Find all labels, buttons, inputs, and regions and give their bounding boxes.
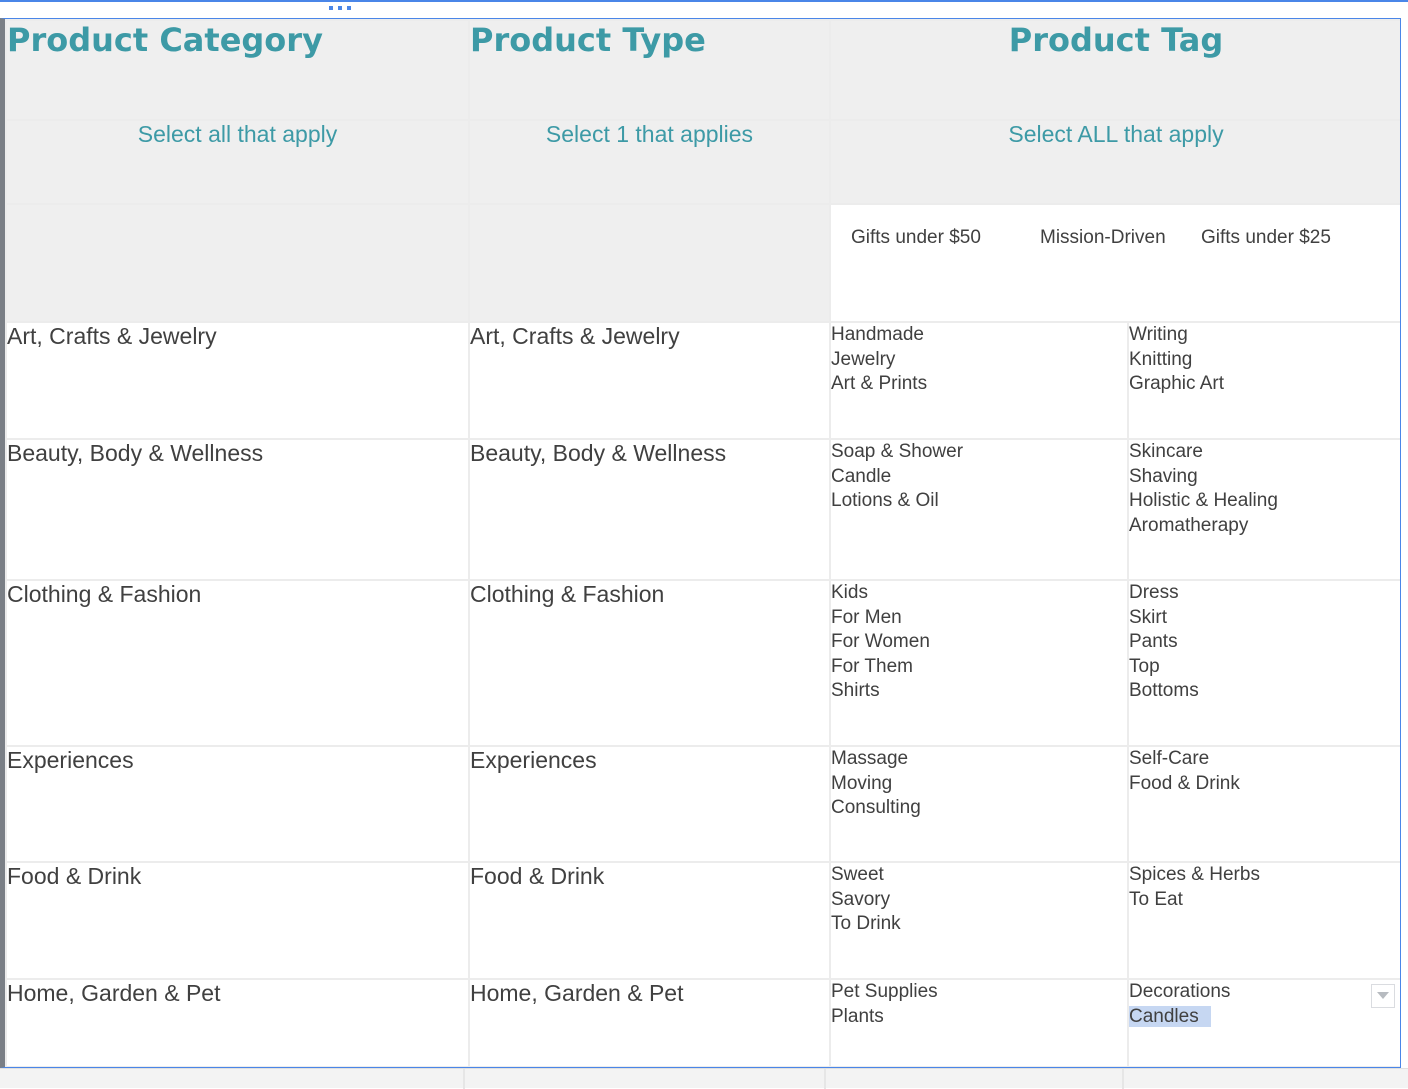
category-header[interactable]: Product Category xyxy=(5,19,470,121)
tag-item: Dress xyxy=(1129,582,1179,603)
tag-header[interactable]: Product Tag xyxy=(828,19,1400,121)
tag-item: Art & Prints xyxy=(831,373,928,395)
tag-item: Skincare xyxy=(1129,441,1203,462)
tag-list-cell[interactable]: Sweet Savory To Drink xyxy=(829,861,1129,980)
table-row: Food & Drink Food & Drink Sweet Savory To Dr… xyxy=(5,861,1400,980)
next-row-strip xyxy=(0,1068,1408,1089)
tag-list-cell[interactable]: Soap & Shower Candle Lotions & Oil xyxy=(829,438,1129,581)
tag-list-cell[interactable]: Handmade Jewelry Art & Prints xyxy=(829,321,1129,440)
tag-item: Sweet xyxy=(831,864,884,885)
tag-item: Self-Care xyxy=(1129,748,1210,769)
tag-list-cell[interactable]: Decorations Candles xyxy=(1126,978,1400,1067)
category-cell[interactable]: Art, Crafts & Jewelry xyxy=(5,321,470,440)
dropdown-arrow-icon[interactable] xyxy=(1371,984,1395,1008)
tag-item: Lotions & Oil xyxy=(831,490,939,512)
tag-list-cell[interactable]: Skincare Shaving Holistic & Healing Aromath… xyxy=(1126,438,1400,581)
tag-item: For Men xyxy=(831,606,902,628)
tag-item: Handmade xyxy=(831,324,924,345)
tag-item: Massage xyxy=(831,748,909,769)
category-cell[interactable]: Food & Drink xyxy=(5,861,470,980)
empty-cell[interactable] xyxy=(468,203,831,323)
type-subtitle[interactable]: Select 1 that applies xyxy=(468,119,831,205)
special-tags-row: Gifts under $50 Mission-Driven Gifts und… xyxy=(5,203,1400,323)
tag-item-selected: Candles xyxy=(1129,1005,1211,1027)
category-cell[interactable]: Beauty, Body & Wellness xyxy=(5,438,470,581)
tag-item: For Women xyxy=(831,631,930,653)
product-table: Product Category Product Type Product Ta… xyxy=(5,19,1400,1067)
tag-item: Graphic Art xyxy=(1129,373,1225,395)
type-cell[interactable]: Food & Drink xyxy=(468,861,831,980)
tag-item: Jewelry xyxy=(831,348,896,370)
type-cell[interactable]: Clothing & Fashion xyxy=(468,579,831,747)
tag-item: Knitting xyxy=(1129,348,1193,370)
tag-item: To Drink xyxy=(831,913,901,935)
selection-top-border xyxy=(0,0,1408,2)
type-cell[interactable]: Beauty, Body & Wellness xyxy=(468,438,831,581)
header-title-row: Product Category Product Type Product Ta… xyxy=(5,19,1400,121)
tag-item: Aromatherapy xyxy=(1129,514,1249,536)
tag-item: Pants xyxy=(1129,631,1178,653)
special-tag: Gifts under $50 xyxy=(851,227,981,248)
header-subtitle-row: Select all that apply Select 1 that appl… xyxy=(5,119,1400,205)
drag-handle-icon[interactable] xyxy=(329,6,351,12)
tag-item: Top xyxy=(1129,655,1160,677)
tag-list-cell[interactable]: Pet Supplies Plants xyxy=(829,978,1129,1067)
type-cell[interactable]: Experiences xyxy=(468,745,831,863)
special-tags-cell[interactable]: Gifts under $50 Mission-Driven Gifts und… xyxy=(828,203,1400,323)
tag-item: Kids xyxy=(831,582,868,603)
tag-item: Soap & Shower xyxy=(831,441,964,462)
table-row: Home, Garden & Pet Home, Garden & Pet Pet … xyxy=(5,978,1400,1067)
tag-item: Plants xyxy=(831,1005,884,1027)
tag-item: Pet Supplies xyxy=(831,981,938,1002)
tag-item: Shirts xyxy=(831,680,880,702)
table-row: Experiences Experiences Massage Moving Consu… xyxy=(5,745,1400,863)
category-cell[interactable]: Home, Garden & Pet xyxy=(5,978,470,1067)
tag-item: Decorations xyxy=(1129,981,1231,1002)
table-row: Clothing & Fashion Clothing & Fashion Kids… xyxy=(5,579,1400,747)
tag-item: Shaving xyxy=(1129,465,1198,487)
tag-subtitle[interactable]: Select ALL that apply xyxy=(828,119,1400,205)
category-cell[interactable]: Experiences xyxy=(5,745,470,863)
tag-item: Moving xyxy=(831,772,893,794)
tag-list-cell[interactable]: Writing Knitting Graphic Art xyxy=(1126,321,1400,440)
tag-list-cell[interactable]: Spices & Herbs To Eat xyxy=(1126,861,1400,980)
product-table-frame: Product Category Product Type Product Ta… xyxy=(0,18,1401,1068)
tag-item: Consulting xyxy=(831,797,921,819)
tag-item: Skirt xyxy=(1129,606,1167,628)
tag-item: For Them xyxy=(831,655,914,677)
special-tag: Gifts under $25 xyxy=(1201,227,1331,248)
tag-item: Food & Drink xyxy=(1129,772,1240,794)
tag-item: Spices & Herbs xyxy=(1129,864,1260,885)
type-header[interactable]: Product Type xyxy=(468,19,831,121)
tag-item: Savory xyxy=(831,888,891,910)
tag-item: To Eat xyxy=(1129,888,1183,910)
tag-list-cell[interactable]: Self-Care Food & Drink xyxy=(1126,745,1400,863)
empty-cell[interactable] xyxy=(5,203,470,323)
tag-list-cell[interactable]: Dress Skirt Pants Top Bottoms xyxy=(1126,579,1400,747)
category-cell[interactable]: Clothing & Fashion xyxy=(5,579,470,747)
tag-item: Holistic & Healing xyxy=(1129,490,1278,512)
type-cell[interactable]: Home, Garden & Pet xyxy=(468,978,831,1067)
type-cell[interactable]: Art, Crafts & Jewelry xyxy=(468,321,831,440)
table-row: Beauty, Body & Wellness Beauty, Body & We… xyxy=(5,438,1400,581)
tag-list-cell[interactable]: Kids For Men For Women For Them Shirts xyxy=(829,579,1129,747)
tag-list-cell[interactable]: Massage Moving Consulting xyxy=(829,745,1129,863)
special-tag: Mission-Driven xyxy=(1040,227,1166,248)
tag-item: Writing xyxy=(1129,324,1188,345)
special-tags-list: Gifts under $50 Mission-Driven Gifts und… xyxy=(831,205,1400,249)
tag-item: Candle xyxy=(831,465,892,487)
category-subtitle[interactable]: Select all that apply xyxy=(5,119,470,205)
table-row: Art, Crafts & Jewelry Art, Crafts & Jewel… xyxy=(5,321,1400,440)
tag-item: Bottoms xyxy=(1129,680,1199,702)
